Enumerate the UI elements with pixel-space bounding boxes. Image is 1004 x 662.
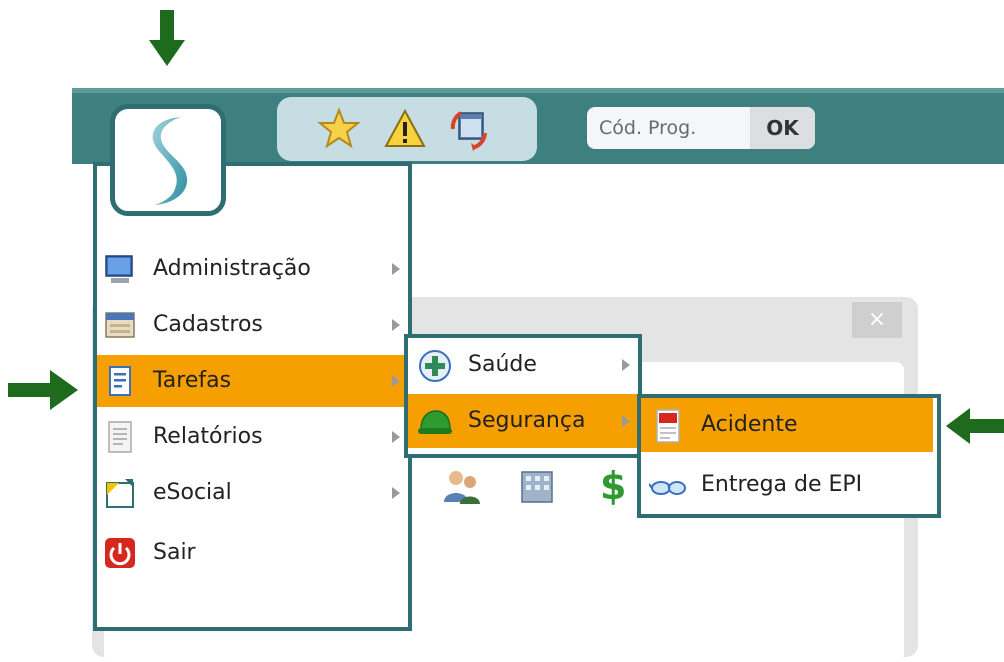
card-file-icon (103, 308, 137, 342)
accident-report-icon (649, 408, 687, 444)
menu-item-tarefas[interactable]: Tarefas (97, 355, 408, 407)
submenu-arrow-icon (622, 415, 630, 427)
menu-item-label: eSocial (153, 480, 232, 505)
annotation-arrow-left-icon (946, 406, 1004, 450)
dollar-icon[interactable]: $ (600, 462, 636, 510)
users-icon[interactable] (438, 462, 486, 510)
submenu-item-label: Entrega de EPI (701, 472, 863, 497)
warning-icon[interactable] (383, 107, 427, 151)
submenu-arrow-icon (392, 319, 400, 331)
star-icon[interactable] (317, 107, 361, 151)
window-close-button[interactable]: × (852, 302, 902, 338)
menu-item-administracao[interactable]: Administração (97, 243, 408, 295)
annotation-arrow-down-icon (147, 10, 187, 72)
helmet-icon (416, 403, 454, 441)
health-icon (416, 347, 454, 385)
submenu-arrow-icon (622, 359, 630, 371)
top-bar-highlight (72, 88, 1004, 93)
annotation-arrow-right-icon (8, 368, 80, 416)
submenu-item-label: Acidente (701, 412, 798, 437)
menu-item-label: Cadastros (153, 312, 263, 337)
program-code-input[interactable] (587, 107, 750, 149)
quick-toolbar (277, 97, 537, 161)
menu-item-esocial[interactable]: eSocial (97, 467, 408, 519)
menu-item-cadastros[interactable]: Cadastros (97, 299, 408, 351)
calendar-sync-icon[interactable] (447, 107, 491, 151)
submenu-arrow-icon (392, 431, 400, 443)
submenu-item-entrega-de-epi[interactable]: Entrega de EPI (641, 458, 933, 512)
submenu-item-acidente[interactable]: Acidente (641, 398, 933, 452)
submenu-arrow-icon (392, 375, 400, 387)
menu-item-label: Administração (153, 256, 311, 281)
program-code-box: OK (587, 107, 815, 149)
submenu-item-label: Saúde (468, 352, 537, 377)
menu-item-label: Sair (153, 540, 196, 565)
program-code-ok-button[interactable]: OK (750, 107, 815, 149)
report-icon (103, 420, 137, 454)
submenu-arrow-icon (392, 487, 400, 499)
task-icon (103, 364, 137, 398)
menu-item-sair[interactable]: Sair (97, 527, 408, 579)
submenu-item-saude[interactable]: Saúde (408, 338, 638, 392)
submenu-item-label: Segurança (468, 408, 586, 433)
safety-glasses-icon (648, 468, 687, 504)
building-icon[interactable] (514, 462, 562, 510)
menu-item-label: Tarefas (153, 368, 232, 393)
submenu-arrow-icon (392, 263, 400, 275)
app-logo[interactable] (110, 104, 226, 216)
menu-item-relatorios[interactable]: Relatórios (97, 411, 408, 463)
computer-icon (103, 252, 137, 286)
menu-item-label: Relatórios (153, 424, 263, 449)
submenu-item-seguranca[interactable]: Segurança (408, 394, 638, 448)
power-icon (103, 536, 137, 570)
esocial-icon (103, 476, 137, 510)
